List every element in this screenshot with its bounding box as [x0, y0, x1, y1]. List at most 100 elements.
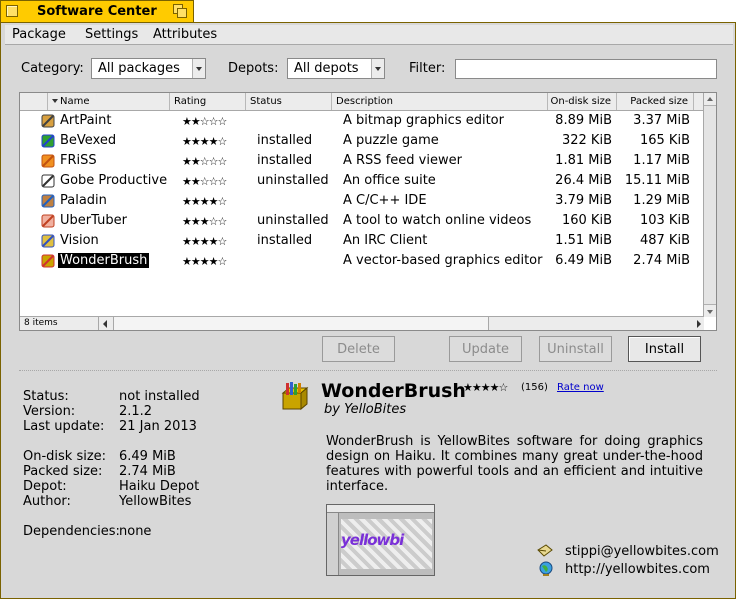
row-packed-size: 2.74 MiB: [633, 253, 690, 268]
packed-size-label: Packed size:: [23, 464, 103, 479]
email-link[interactable]: stippi@yellowbites.com: [565, 544, 719, 559]
row-rating: ★★★★☆: [182, 235, 227, 248]
row-disk-size: 322 KiB: [561, 133, 612, 148]
last-update-value: 21 Jan 2013: [119, 419, 197, 434]
filter-input[interactable]: [455, 59, 717, 79]
row-disk-size: 1.81 MiB: [555, 153, 612, 168]
window-title: Software Center: [37, 4, 157, 19]
row-rating: ★★☆☆☆: [182, 155, 227, 168]
row-name: WonderBrush: [58, 253, 150, 268]
row-packed-size: 1.29 MiB: [633, 193, 690, 208]
row-rating: ★★★★☆: [182, 135, 227, 148]
table-row[interactable]: ArtPaint ★★☆☆☆ A bitmap graphics editor 8.8…: [20, 111, 704, 131]
column-name[interactable]: Name: [48, 93, 170, 110]
row-description: An IRC Client: [343, 233, 428, 248]
author-label: Author:: [23, 494, 71, 509]
row-rating: ★★★★☆: [182, 195, 227, 208]
row-packed-size: 103 KiB: [639, 213, 690, 228]
menu-package[interactable]: Package: [12, 27, 66, 42]
website-link[interactable]: http://yellowbites.com: [565, 562, 710, 577]
row-packed-size: 15.11 MiB: [624, 173, 690, 188]
row-description: An office suite: [343, 173, 436, 188]
depot-label: Depot:: [23, 479, 67, 494]
vertical-scrollbar[interactable]: [703, 93, 716, 317]
table-row[interactable]: UberTuber ★★★☆☆ uninstalled A tool to watch…: [20, 211, 704, 231]
version-label: Version:: [23, 404, 76, 419]
globe-icon: [539, 561, 553, 576]
close-box-icon[interactable]: [6, 5, 18, 17]
table-row[interactable]: Vision ★★★★☆ installed An IRC Client 1.51 Mi…: [20, 231, 704, 251]
scroll-left-icon[interactable]: [103, 320, 107, 328]
row-disk-size: 1.51 MiB: [555, 233, 612, 248]
row-name: UberTuber: [60, 213, 127, 228]
table-row[interactable]: BeVexed ★★★★☆ installed A puzzle game 322 Ki…: [20, 131, 704, 151]
paladin-icon: [41, 194, 55, 208]
item-count: 8 items: [24, 318, 58, 328]
column-status[interactable]: Status: [246, 93, 332, 110]
vision-icon: [41, 234, 55, 248]
row-rating: ★★★☆☆: [182, 215, 227, 228]
row-disk-size: 160 KiB: [561, 213, 612, 228]
table-row[interactable]: FRiSS ★★☆☆☆ installed A RSS feed viewer 1.81…: [20, 151, 704, 171]
gobe-icon: [41, 174, 55, 188]
table-footer: 8 items: [20, 316, 704, 330]
column-description[interactable]: Description: [332, 93, 548, 110]
row-name: FRiSS: [60, 153, 97, 168]
row-status: uninstalled: [257, 213, 329, 228]
status-value: not installed: [119, 389, 200, 404]
row-description: A RSS feed viewer: [343, 153, 462, 168]
rating-count: (156): [521, 382, 548, 393]
email-icon: [537, 544, 553, 557]
row-name: Vision: [60, 233, 99, 248]
depots-label: Depots:: [228, 61, 279, 76]
menu-settings[interactable]: Settings: [85, 27, 138, 42]
column-rating[interactable]: Rating: [170, 93, 246, 110]
dependencies-value: none: [119, 524, 152, 539]
depots-dropdown[interactable]: All depots: [287, 58, 385, 79]
row-name: ArtPaint: [60, 113, 112, 128]
uninstall-button[interactable]: Uninstall: [539, 336, 612, 362]
app-screenshot[interactable]: yellowbi: [326, 504, 435, 576]
window-tab[interactable]: Software Center: [0, 0, 194, 22]
row-status: installed: [257, 233, 313, 248]
menu-attributes[interactable]: Attributes: [153, 27, 217, 42]
row-description: A bitmap graphics editor: [343, 113, 504, 128]
zoom-box-icon[interactable]: [173, 4, 188, 19]
row-status: installed: [257, 133, 313, 148]
row-status: installed: [257, 153, 313, 168]
ubertuber-icon: [41, 214, 55, 228]
disk-size-label: On-disk size:: [23, 449, 107, 464]
dependencies-label: Dependencies:: [23, 524, 120, 539]
install-button[interactable]: Install: [628, 336, 701, 362]
table-row[interactable]: Paladin ★★★★☆ A C/C++ IDE 3.79 MiB 1.29 MiB: [20, 191, 704, 211]
category-value: All packages: [98, 61, 180, 76]
column-icon: [20, 93, 48, 110]
chevron-down-icon: [371, 59, 384, 78]
author-value: YellowBites: [119, 494, 192, 509]
rate-now-link[interactable]: Rate now: [557, 382, 604, 393]
column-on-disk-size[interactable]: On-disk size: [548, 93, 617, 110]
horizontal-scrollbar[interactable]: [98, 317, 704, 330]
table-row[interactable]: WonderBrush ★★★★☆ A vector-based graphics …: [20, 251, 704, 271]
packed-size-value: 2.74 MiB: [119, 464, 176, 479]
scroll-thumb[interactable]: [113, 317, 489, 330]
scroll-down-icon[interactable]: [704, 304, 716, 317]
update-button[interactable]: Update: [449, 336, 522, 362]
delete-button[interactable]: Delete: [322, 336, 395, 362]
row-disk-size: 8.89 MiB: [555, 113, 612, 128]
bevexed-icon: [41, 134, 55, 148]
row-description: A tool to watch online videos: [343, 213, 532, 228]
category-dropdown[interactable]: All packages: [91, 58, 206, 79]
scroll-up-icon[interactable]: [704, 93, 716, 106]
table-header: Name Rating Status Description On-disk s…: [20, 93, 704, 111]
menu-bar: Package Settings Attributes: [5, 25, 733, 45]
column-packed-size[interactable]: Packed size: [617, 93, 694, 110]
app-rating-stars: ★★★★☆: [463, 381, 508, 394]
table-row[interactable]: Gobe Productive ★★☆☆☆ uninstalled An office…: [20, 171, 704, 191]
scroll-right-icon[interactable]: [697, 320, 701, 328]
software-center-window: Package Settings Attributes Category: Al…: [0, 22, 736, 599]
row-packed-size: 165 KiB: [639, 133, 690, 148]
package-list[interactable]: Name Rating Status Description On-disk s…: [19, 92, 717, 331]
sort-down-icon: [52, 99, 58, 103]
wonderbrush-icon: [281, 382, 309, 411]
